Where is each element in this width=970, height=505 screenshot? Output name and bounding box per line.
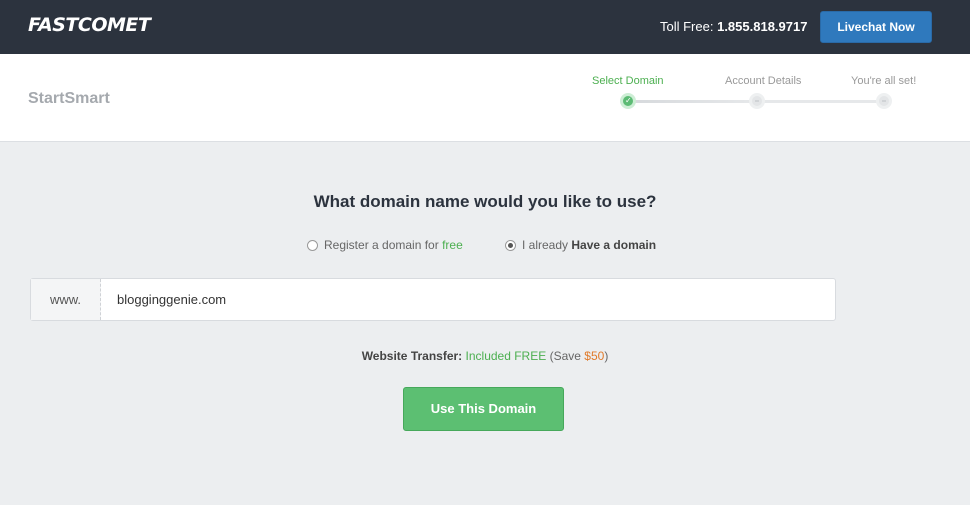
toll-label: Toll Free: (660, 19, 714, 34)
option-have-domain[interactable]: I already Have a domain (505, 238, 656, 252)
fastcomet-logo[interactable]: FASTCOMET (28, 14, 151, 36)
transfer-save-suffix: ) (604, 349, 609, 363)
progress-track-2 (757, 100, 884, 103)
pending-icon (755, 100, 759, 102)
step-dot-all-set (876, 93, 892, 109)
option-register-domain[interactable]: Register a domain for free (307, 238, 463, 252)
www-prefix: www. (31, 279, 101, 320)
have-label: I already (522, 238, 569, 252)
toll-number[interactable]: 1.855.818.9717 (717, 19, 807, 34)
progress-track-1 (628, 100, 756, 103)
have-domain-bold: Have a domain (571, 238, 657, 252)
transfer-save-amount: $50 (584, 349, 605, 363)
page-header: StartSmart Select Domain ✓ Account Detai… (0, 54, 970, 142)
website-transfer-note: Website Transfer: Included FREE (Save $5… (0, 349, 970, 363)
radio-register-domain[interactable] (307, 239, 318, 251)
use-this-domain-button[interactable]: Use This Domain (403, 387, 564, 431)
register-free-label: free (442, 238, 463, 252)
radio-have-domain[interactable] (505, 239, 516, 251)
register-label: Register a domain for (324, 238, 439, 252)
domain-input[interactable] (109, 279, 829, 320)
domain-question: What domain name would you like to use? (313, 192, 657, 211)
step-dot-account-details (749, 93, 765, 109)
checkmark-icon: ✓ (625, 96, 632, 105)
livechat-button[interactable]: Livechat Now (820, 11, 932, 43)
toll-free: Toll Free: 1.855.818.9717 (660, 19, 807, 34)
step-label-account-details: Account Details (725, 75, 802, 87)
progress-steps: Select Domain ✓ Account Details You're a… (0, 54, 970, 142)
transfer-label: Website Transfer: (361, 349, 463, 363)
transfer-included: Included FREE (465, 349, 547, 363)
step-dot-select-domain: ✓ (620, 93, 636, 109)
transfer-save-prefix: (Save (549, 349, 581, 363)
step-label-all-set: You're all set! (851, 75, 917, 87)
top-bar: FASTCOMET Toll Free: 1.855.818.9717 Live… (0, 0, 970, 54)
step-label-select-domain: Select Domain (592, 75, 664, 87)
domain-field: www. (30, 278, 836, 321)
pending-icon (882, 100, 886, 102)
